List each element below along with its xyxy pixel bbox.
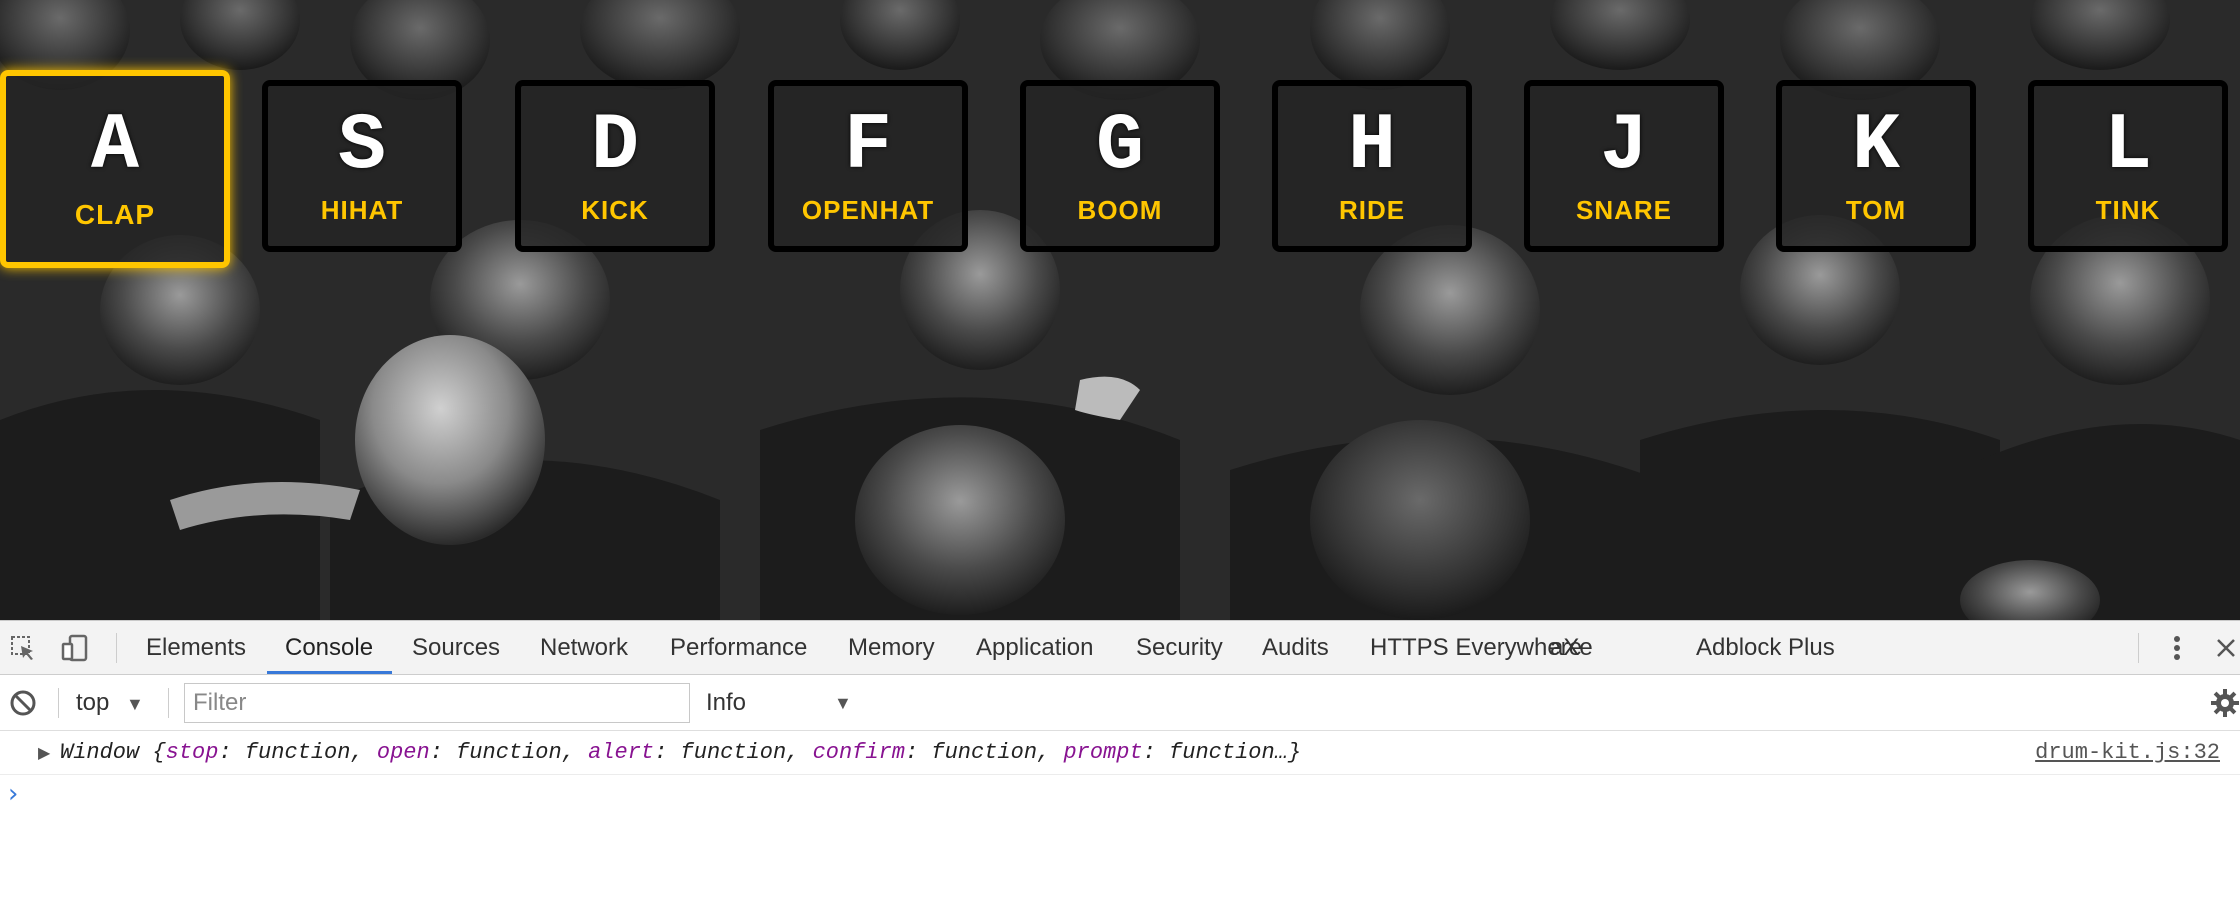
property-name: stop (165, 740, 219, 765)
tab-separator (116, 633, 117, 663)
expand-triangle-icon[interactable]: ▶ (38, 731, 50, 775)
filter-input[interactable] (184, 683, 690, 723)
console-message: ▶ Window {stop: function, open: function… (0, 731, 2240, 775)
sound-label: openhat (801, 194, 935, 225)
devtools-tab-bar: Elements Console Sources Network Performance… (0, 621, 2240, 675)
key-letter: G (1095, 100, 1144, 192)
tab-network[interactable]: Network (540, 621, 628, 675)
device-toolbar-icon[interactable] (58, 631, 92, 665)
clear-console-icon[interactable] (6, 686, 40, 720)
chevron-down-icon: ▼ (834, 693, 852, 713)
property-name: open (376, 740, 430, 765)
key-letter: S (337, 100, 386, 192)
sound-label: tom (1845, 194, 1907, 225)
drum-keys: Aclap Shihat Dkick Fopenhat Gboom Hride Jsnare… (0, 70, 2240, 270)
key-letter: F (843, 100, 892, 192)
property-value: function (931, 740, 1038, 765)
drum-key-d[interactable]: Dkick (515, 80, 715, 252)
toolbar-separator (168, 688, 169, 718)
drum-key-a[interactable]: Aclap (0, 70, 230, 268)
tab-console[interactable]: Console (285, 621, 373, 675)
console-settings-gear-icon[interactable] (2208, 686, 2240, 720)
tab-performance[interactable]: Performance (670, 621, 807, 675)
more-options-icon[interactable] (2160, 631, 2194, 665)
drum-key-s[interactable]: Shihat (262, 80, 462, 252)
inspect-element-icon[interactable] (6, 631, 40, 665)
log-level-select[interactable]: Info ▼ (706, 685, 866, 721)
property-name: alert (588, 740, 655, 765)
drum-key-f[interactable]: Fopenhat (768, 80, 968, 252)
drum-key-j[interactable]: Jsnare (1524, 80, 1724, 252)
devtools-panel: Elements Console Sources Network Performance… (0, 620, 2240, 914)
property-value: function…} (1169, 740, 1302, 765)
sound-label: kick (581, 194, 649, 225)
drum-key-h[interactable]: Hride (1272, 80, 1472, 252)
tab-audits[interactable]: Audits (1262, 621, 1329, 675)
context-select[interactable]: top ▼ (76, 685, 144, 721)
property-value: function (680, 740, 787, 765)
close-icon[interactable] (2212, 631, 2240, 665)
object-prefix: Window { (60, 740, 166, 765)
context-value: top (76, 689, 110, 716)
tab-application[interactable]: Application (976, 621, 1093, 675)
property-separator: : (429, 740, 457, 765)
property-separator: : (905, 740, 932, 765)
property-comma: , (1037, 740, 1064, 765)
sound-label: ride (1338, 194, 1406, 225)
source-link[interactable]: drum-kit.js:32 (2035, 731, 2220, 775)
key-letter: J (1599, 100, 1648, 192)
key-letter: L (2103, 100, 2152, 192)
property-comma: , (786, 740, 813, 765)
sound-label: clap (74, 199, 156, 230)
tab-adblock-plus[interactable]: Adblock Plus (1696, 621, 1835, 675)
property-value: function (244, 740, 351, 765)
property-separator: : (654, 740, 681, 765)
tab-elements[interactable]: Elements (146, 621, 246, 675)
key-letter: A (90, 101, 139, 192)
log-level-value: Info (706, 689, 747, 716)
property-comma: , (561, 740, 589, 765)
property-name: confirm (812, 740, 905, 765)
page-viewport: Aclap Shihat Dkick Fopenhat Gboom Hride Jsnare… (0, 0, 2240, 620)
console-object-preview[interactable]: Window {stop: function, open: function, … (60, 731, 1301, 775)
toolbar-separator (58, 688, 59, 718)
key-letter: H (1347, 100, 1396, 192)
console-toolbar: top ▼ Info ▼ (0, 675, 2240, 731)
property-separator: : (1142, 740, 1170, 765)
drum-key-l[interactable]: Ltink (2028, 80, 2228, 252)
tab-sources[interactable]: Sources (412, 621, 500, 675)
tab-memory[interactable]: Memory (848, 621, 935, 675)
chevron-down-icon: ▼ (126, 694, 144, 714)
property-value: function (456, 740, 562, 765)
key-letter: K (1851, 100, 1900, 192)
tab-security[interactable]: Security (1136, 621, 1223, 675)
sound-label: hihat (320, 194, 404, 225)
console-prompt[interactable]: › (0, 775, 2240, 819)
drum-key-g[interactable]: Gboom (1020, 80, 1220, 252)
property-comma: , (350, 740, 377, 765)
property-name: prompt (1063, 740, 1143, 765)
prompt-caret-icon: › (8, 779, 19, 809)
sound-label: snare (1575, 194, 1672, 225)
drum-key-k[interactable]: Ktom (1776, 80, 1976, 252)
active-tab-indicator (267, 671, 392, 674)
tab-separator (2138, 633, 2139, 663)
key-letter: D (590, 100, 639, 192)
tab-axe[interactable]: aXe (1550, 621, 1593, 675)
sound-label: tink (2095, 194, 2161, 225)
property-separator: : (218, 740, 245, 765)
sound-label: boom (1077, 194, 1163, 225)
